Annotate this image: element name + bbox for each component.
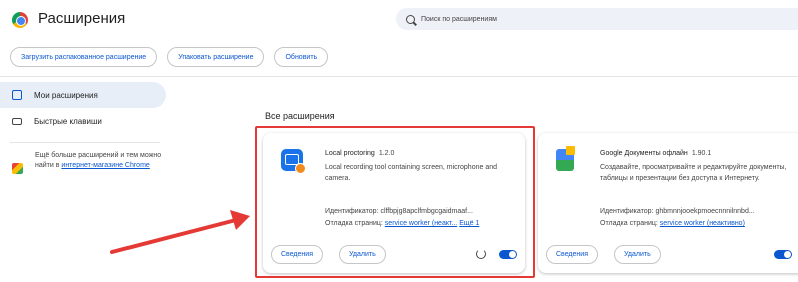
annotation-arrow-icon <box>110 210 250 254</box>
